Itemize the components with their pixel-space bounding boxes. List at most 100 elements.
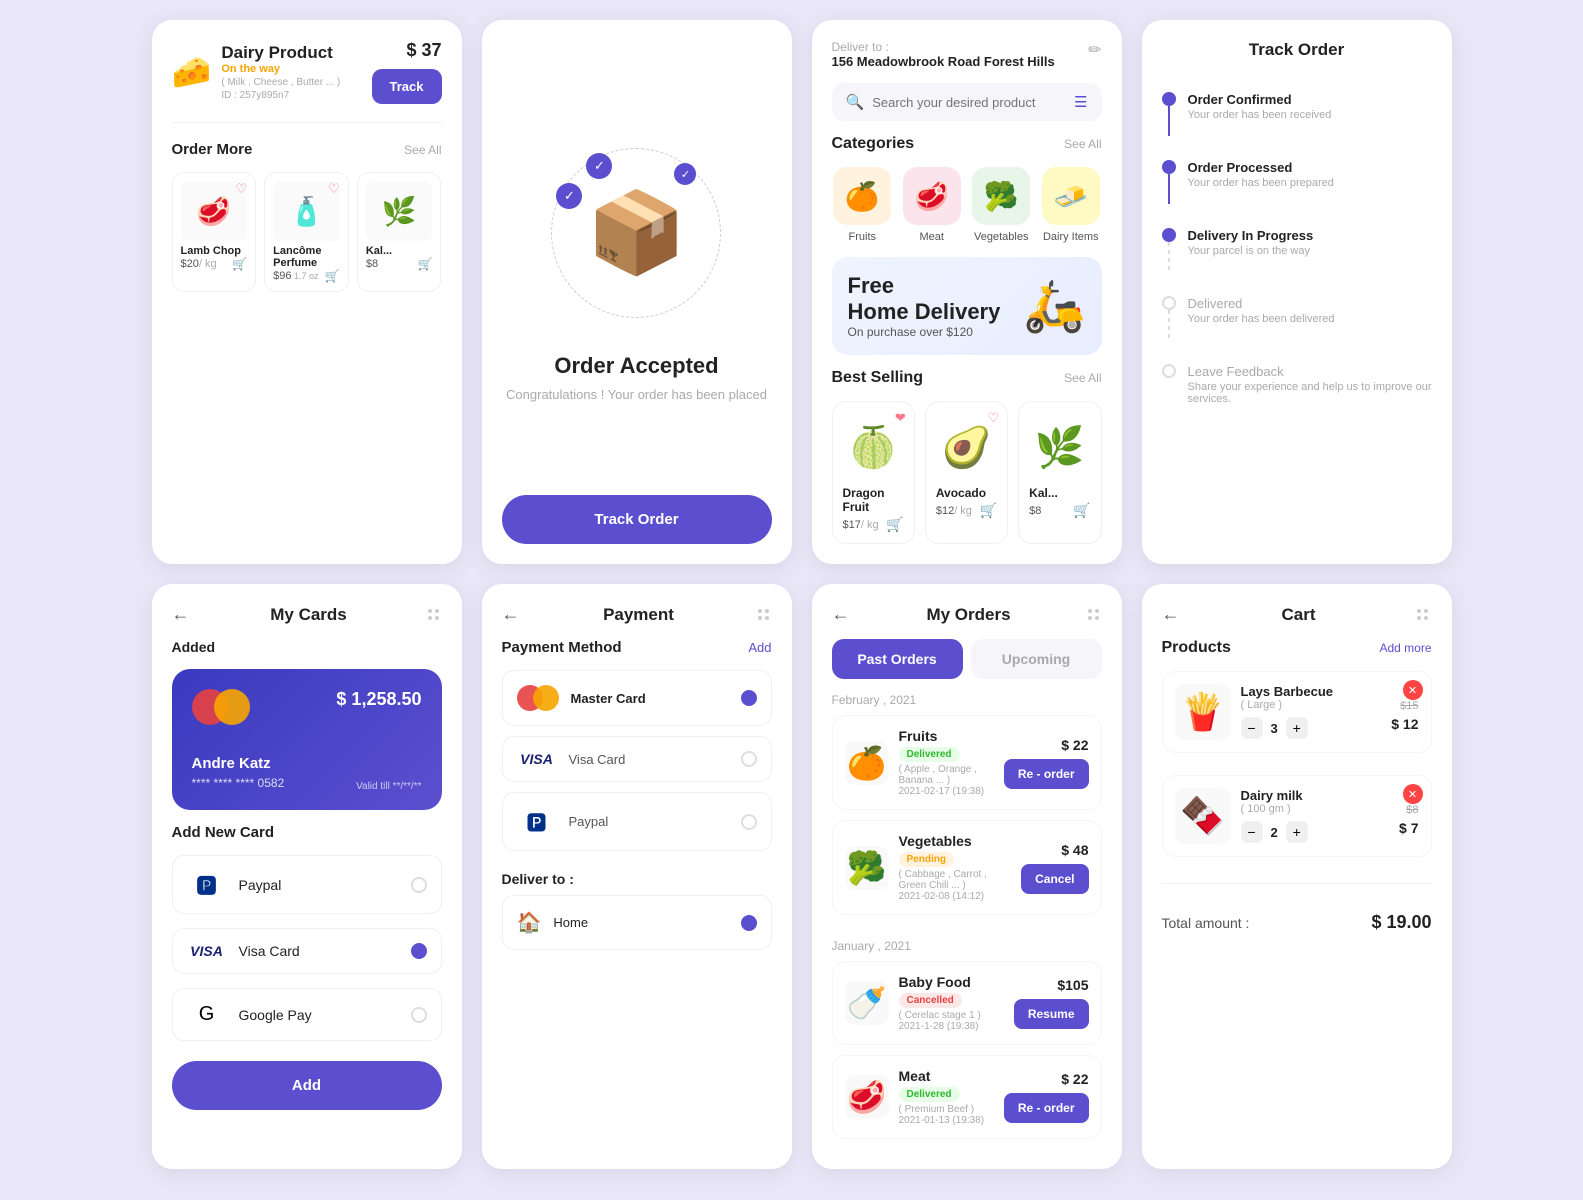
orders-back-arrow[interactable]: ← (832, 604, 850, 625)
cards-back-arrow[interactable]: ← (172, 604, 190, 625)
edit-icon[interactable]: ✏ (1088, 40, 1101, 60)
heart-best-1[interactable]: ♡ (988, 410, 1000, 426)
cart-item-lays: ✕ 🍟 Lays Barbecue ( Large ) − 3 + $ 5 $1… (1162, 671, 1432, 753)
heart-icon-0[interactable]: ♡ (236, 181, 248, 197)
best-products-grid: ❤ 🍈 Dragon Fruit $17/ kg 🛒 ♡ 🥑 Avocado $… (832, 401, 1102, 544)
track-order-button[interactable]: Track Order (502, 495, 772, 544)
remove-lays-btn[interactable]: ✕ (1403, 680, 1423, 700)
mastercard-icon (517, 685, 559, 711)
order-info-babyfood: Baby Food Cancelled ( Cerelac stage 1 ) … (899, 974, 1004, 1032)
qty-plus-dairy[interactable]: + (1286, 821, 1308, 843)
payment-method-header: Payment Method Add (502, 639, 772, 656)
step-desc-2: Your parcel is on the way (1188, 245, 1314, 257)
cart-menu-icon[interactable] (1417, 609, 1431, 620)
home-radio[interactable] (741, 915, 757, 931)
payment-method-title: Payment Method (502, 639, 622, 656)
cat-dairy[interactable]: 🧈 Dairy Items (1040, 167, 1102, 243)
cart-old-price-dairy: $8 (1406, 804, 1418, 816)
heart-best-0[interactable]: ❤ (895, 410, 906, 426)
step-vline-3 (1168, 310, 1170, 340)
track-button[interactable]: Track (372, 69, 442, 104)
cart-best-0[interactable]: 🛒 (886, 516, 903, 533)
categories-grid: 🍊 Fruits 🥩 Meat 🥦 Vegetables 🧈 Dairy Ite… (832, 167, 1102, 243)
mastercard-radio[interactable] (741, 690, 757, 706)
paypal-option[interactable]: 🅿 Paypal (172, 855, 442, 914)
qty-minus-lays[interactable]: − (1241, 717, 1263, 739)
visa-option[interactable]: VISA Visa Card (172, 928, 442, 974)
payment-back-arrow[interactable]: ← (502, 604, 520, 625)
payment-menu-icon[interactable] (758, 609, 772, 620)
product-item-1[interactable]: ♡ 🧴 Lancôme Perfume $96 1.7 oz 🛒 (264, 172, 349, 292)
tab-upcoming[interactable]: Upcoming (971, 639, 1102, 679)
visa-radio[interactable] (411, 943, 427, 959)
step-desc-3: Your order has been delivered (1188, 313, 1335, 325)
order-status-babyfood: Cancelled (899, 993, 962, 1008)
cart-icon-1[interactable]: 🛒 (325, 269, 340, 283)
cart-img-dairy: 🍫 (1175, 788, 1231, 844)
googlepay-option[interactable]: G Google Pay (172, 988, 442, 1041)
order-right-vegetables: $ 48 Cancel (1021, 842, 1088, 894)
order-status-meat: Delivered (899, 1087, 960, 1102)
categories-see-all[interactable]: See All (1064, 137, 1101, 151)
cart-icon-0[interactable]: 🛒 (232, 257, 247, 271)
cat-vegetables[interactable]: 🥦 Vegetables (971, 167, 1033, 243)
qty-plus-lays[interactable]: + (1286, 717, 1308, 739)
step-circle-2 (1162, 228, 1176, 242)
best-selling-see-all[interactable]: See All (1064, 371, 1101, 385)
paypal-radio[interactable] (411, 877, 427, 893)
order-meat[interactable]: 🥩 Meat Delivered ( Premium Beef ) 2021-0… (832, 1055, 1102, 1139)
googlepay-radio[interactable] (411, 1007, 427, 1023)
cart-icon-2[interactable]: 🛒 (418, 257, 433, 271)
order-vegetables[interactable]: 🥦 Vegetables Pending ( Cabbage , Carrot … (832, 820, 1102, 915)
cancel-vegetables-btn[interactable]: Cancel (1021, 864, 1088, 894)
paypal-item[interactable]: 🅿 Paypal (502, 792, 772, 851)
orders-menu-icon[interactable] (1088, 609, 1102, 620)
add-more-btn[interactable]: Add more (1379, 641, 1431, 655)
step-vline-2 (1168, 242, 1170, 272)
cart-item-dairy: ✕ 🍫 Dairy milk ( 100 gm ) − 2 + $ 4 $8 $… (1162, 775, 1432, 857)
order-babyfood[interactable]: 🍼 Baby Food Cancelled ( Cerelac stage 1 … (832, 961, 1102, 1045)
best-product-2[interactable]: 🌿 Kal... $8 🛒 (1018, 401, 1101, 544)
add-payment-btn[interactable]: Add (748, 640, 771, 655)
heart-icon-1[interactable]: ♡ (328, 181, 340, 197)
track-order-title: Track Order (1162, 40, 1432, 60)
cat-fruits[interactable]: 🍊 Fruits (832, 167, 894, 243)
resume-babyfood-btn[interactable]: Resume (1014, 999, 1089, 1029)
home-deliver-option[interactable]: 🏠 Home (502, 895, 772, 950)
mastercard-item[interactable]: Master Card (502, 670, 772, 726)
cat-meat[interactable]: 🥩 Meat (901, 167, 963, 243)
order-accepted-title: Order Accepted (554, 353, 718, 379)
add-card-button[interactable]: Add (172, 1061, 442, 1110)
best-product-0[interactable]: ❤ 🍈 Dragon Fruit $17/ kg 🛒 (832, 401, 915, 544)
dairy-icon: 🧀 (172, 53, 212, 91)
order-status-fruits: Delivered (899, 747, 960, 762)
cart-nav: ← Cart (1162, 604, 1432, 625)
cart-back-arrow[interactable]: ← (1162, 604, 1180, 625)
product-item-2[interactable]: 🌿 Kal... $8 🛒 (357, 172, 442, 292)
remove-dairy-btn[interactable]: ✕ (1403, 784, 1423, 804)
search-bar[interactable]: 🔍 ☰ (832, 83, 1102, 121)
reorder-meat-btn[interactable]: Re - order (1004, 1093, 1089, 1123)
card-circle-orange (214, 689, 250, 725)
best-name-2: Kal... (1029, 486, 1090, 500)
filter-icon[interactable]: ☰ (1074, 93, 1087, 111)
search-input[interactable] (872, 95, 1066, 110)
cart-best-1[interactable]: 🛒 (980, 502, 997, 519)
order-date-meat: 2021-01-13 (19:38) (899, 1115, 994, 1126)
best-product-1[interactable]: ♡ 🥑 Avocado $12/ kg 🛒 (925, 401, 1008, 544)
order-more-see-all[interactable]: See All (404, 143, 441, 157)
product-status: On the way (221, 63, 340, 75)
visa-item[interactable]: VISA Visa Card (502, 736, 772, 782)
orders-title: My Orders (926, 605, 1010, 625)
product-price: $ 37 (406, 40, 441, 61)
product-item-0[interactable]: ♡ 🥩 Lamb Chop $20/ kg 🛒 (172, 172, 257, 292)
tab-past-orders[interactable]: Past Orders (832, 639, 963, 679)
order-fruits[interactable]: 🍊 Fruits Delivered ( Apple , Orange , Ba… (832, 715, 1102, 810)
qty-minus-dairy[interactable]: − (1241, 821, 1263, 843)
paypal-payment-radio[interactable] (741, 814, 757, 830)
visa-payment-label: Visa Card (569, 752, 729, 767)
visa-payment-radio[interactable] (741, 751, 757, 767)
cart-best-2[interactable]: 🛒 (1073, 502, 1090, 519)
reorder-fruits-btn[interactable]: Re - order (1004, 759, 1089, 789)
cards-menu-icon[interactable] (428, 609, 442, 620)
